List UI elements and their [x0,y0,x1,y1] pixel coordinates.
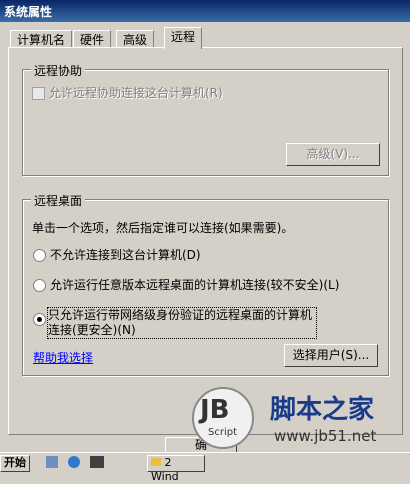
remote-assistance-checkbox[interactable] [32,87,45,100]
radio-allow-nla[interactable] [33,313,46,326]
watermark: JB Script 脚本之家 www.jb51.net [190,383,410,453]
start-button[interactable]: 开始 [0,455,30,472]
instruction-text: 单击一个选项，然后指定谁可以连接(如果需要)。 [32,221,294,235]
radio-deny-label[interactable]: 不允许连接到这台计算机(D) [50,246,201,263]
watermark-script: Script [208,427,238,438]
advanced-button[interactable]: 高级(V)... [286,143,380,166]
taskbar: 开始 2 Wind [0,452,410,483]
watermark-site-name: 脚本之家 [270,395,375,425]
radio-deny[interactable] [33,249,46,262]
tab-panel: 远程协助 允许远程协助连接这台计算机(R) 高级(V)... 远程桌面 单击一个… [8,47,403,435]
taskbar-window-item[interactable]: 2 Wind [147,455,205,483]
title-bar: 系统属性 [0,0,410,22]
show-desktop-icon[interactable] [46,456,58,468]
remote-assistance-title: 远程协助 [31,62,86,79]
radio-allow-nla-line1: 只允许运行带网络级身份验证的远程桌面的计算机 [48,308,313,322]
window-title: 系统属性 [4,5,53,19]
remote-desktop-title: 远程桌面 [31,192,86,209]
watermark-url: www.jb51.net [274,427,377,445]
folder-icon [151,458,161,466]
tab-remote[interactable]: 远程 [164,27,203,49]
radio-allow-nla-line2: 连接(更安全)(N) [48,323,136,337]
help-link[interactable]: 帮助我选择 [33,349,93,366]
remote-assistance-label: 允许远程协助连接这台计算机(R) [49,86,223,100]
radio-allow-any-label[interactable]: 允许运行任意版本远程桌面的计算机连接(较不安全)(L) [50,276,339,293]
remote-assistance-group: 远程协助 允许远程协助连接这台计算机(R) 高级(V)... [22,62,389,176]
radio-allow-any[interactable] [33,279,46,292]
select-users-button[interactable]: 选择用户(S)... [284,344,378,367]
watermark-logo: JB Script [192,387,254,449]
ie-icon[interactable] [68,456,80,468]
radio-allow-nla-label[interactable]: 只允许运行带网络级身份验证的远程桌面的计算机 连接(更安全)(N) [47,307,317,339]
watermark-logo-mark: JB [200,395,230,425]
terminal-icon[interactable] [90,456,104,468]
